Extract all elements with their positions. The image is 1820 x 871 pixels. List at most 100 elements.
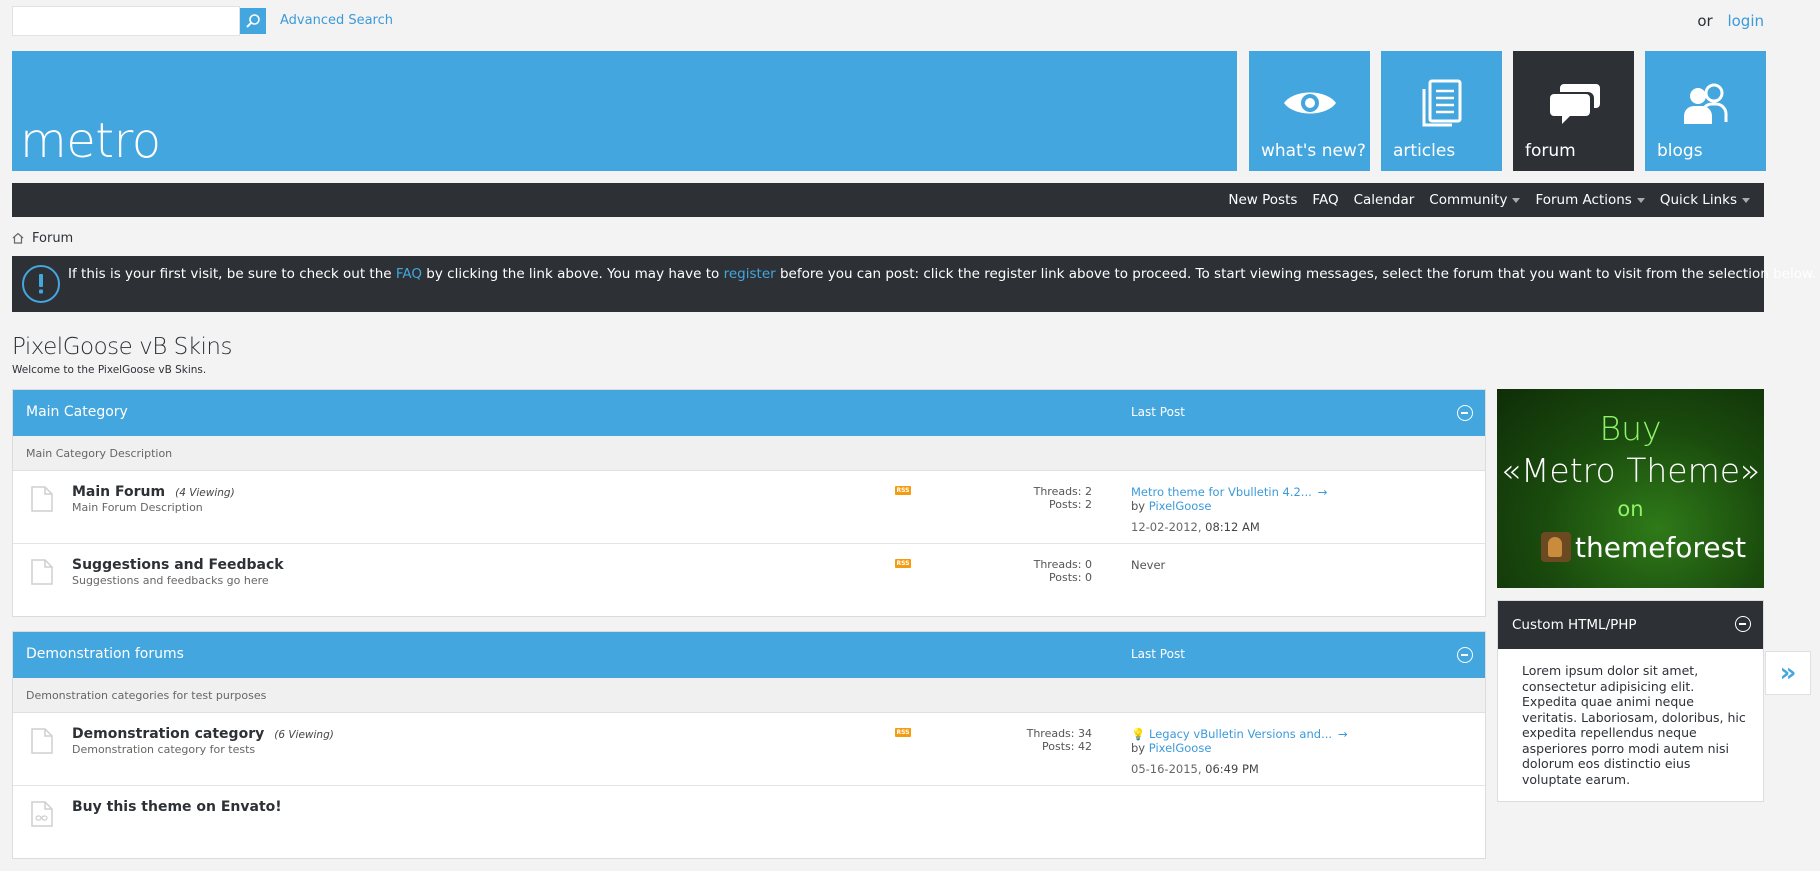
forum-title-text[interactable]: Suggestions and Feedback bbox=[72, 557, 284, 573]
search-icon bbox=[246, 14, 260, 28]
posts-count: Posts: 2 bbox=[1049, 498, 1092, 511]
ad-theme-text: «Metro Theme» bbox=[1500, 451, 1761, 490]
info-exclamation-icon bbox=[22, 265, 60, 303]
rss-icon[interactable]: RSS bbox=[895, 559, 911, 568]
main-navbar: New Posts FAQ Calendar Community Forum A… bbox=[12, 183, 1764, 217]
tile-whats-new[interactable]: what's new? bbox=[1249, 51, 1370, 171]
themeforest-logo: themeforest bbox=[1541, 527, 1746, 567]
themeforest-logo-icon bbox=[1541, 532, 1571, 562]
last-post-user-link[interactable]: PixelGoose bbox=[1149, 741, 1212, 755]
tile-forum[interactable]: forum bbox=[1513, 51, 1634, 171]
nav-community[interactable]: Community bbox=[1429, 192, 1521, 208]
forum-title[interactable]: Main Forum (4 Viewing) bbox=[72, 484, 235, 500]
nav-calendar[interactable]: Calendar bbox=[1354, 192, 1415, 208]
breadcrumb: Forum bbox=[12, 229, 73, 247]
go-to-post-arrow-icon[interactable]: → bbox=[1338, 727, 1348, 741]
themeforest-ad-banner[interactable]: Buy «Metro Theme» on themeforest bbox=[1497, 389, 1764, 588]
category-demonstration: Demonstration forums Last Post Demonstra… bbox=[12, 631, 1486, 859]
tile-label: forum bbox=[1525, 141, 1576, 161]
collapse-icon[interactable] bbox=[1457, 647, 1473, 663]
forum-status-icon bbox=[31, 728, 53, 754]
last-post-title-link[interactable]: Metro theme for Vbulletin 4.2... bbox=[1131, 485, 1312, 499]
forum-stats: Threads: 0 Posts: 0 bbox=[1034, 558, 1092, 584]
by-text: by bbox=[1131, 741, 1146, 755]
forum-row: Buy this theme on Envato! bbox=[13, 786, 1485, 858]
page-subtitle: Welcome to the PixelGoose vB Skins. bbox=[12, 364, 207, 376]
notice-text: If this is your first visit, be sure to … bbox=[68, 266, 1816, 282]
forum-title[interactable]: Demonstration category (6 Viewing) bbox=[72, 726, 334, 742]
nav-label: New Posts bbox=[1228, 192, 1298, 208]
register-link[interactable]: register bbox=[724, 266, 776, 282]
notice-part2: by clicking the link above. You may have… bbox=[422, 266, 724, 282]
category-description: Main Category Description bbox=[13, 436, 1485, 471]
link-forum-icon bbox=[31, 801, 53, 827]
forum-status-icon bbox=[31, 559, 53, 585]
chat-bubbles-icon bbox=[1513, 77, 1634, 129]
search-input[interactable] bbox=[12, 6, 240, 36]
forum-description: Main Forum Description bbox=[72, 501, 203, 514]
forum-row: Demonstration category (6 Viewing) Demons… bbox=[13, 713, 1485, 786]
category-description: Demonstration categories for test purpos… bbox=[13, 678, 1485, 713]
advanced-search-link[interactable]: Advanced Search bbox=[280, 13, 393, 28]
block-title: Custom HTML/PHP bbox=[1512, 617, 1637, 633]
last-post-title-link[interactable]: Legacy vBulletin Versions and... bbox=[1149, 727, 1332, 741]
posts-count: Posts: 42 bbox=[1042, 740, 1092, 753]
nav-forum-actions[interactable]: Forum Actions bbox=[1535, 192, 1645, 208]
document-icon bbox=[1381, 77, 1502, 129]
login-area: or login bbox=[1697, 12, 1764, 30]
tile-articles[interactable]: articles bbox=[1381, 51, 1502, 171]
last-post-header: Last Post bbox=[1131, 647, 1185, 661]
category-header: Demonstration forums Last Post bbox=[13, 632, 1485, 678]
collapse-icon[interactable] bbox=[1735, 616, 1751, 632]
forum-description: Demonstration category for tests bbox=[72, 743, 256, 756]
forum-title-text[interactable]: Main Forum bbox=[72, 484, 165, 500]
nav-new-posts[interactable]: New Posts bbox=[1228, 192, 1297, 208]
site-logo: metro bbox=[20, 113, 161, 169]
nav-label: FAQ bbox=[1312, 192, 1339, 208]
threads-count: Threads: 34 bbox=[1026, 727, 1092, 740]
nav-faq[interactable]: FAQ bbox=[1312, 192, 1338, 208]
forum-title[interactable]: Buy this theme on Envato! bbox=[72, 799, 282, 815]
login-link[interactable]: login bbox=[1727, 12, 1764, 30]
logo-block[interactable]: metro bbox=[12, 51, 1237, 171]
sidebar-toggle-button[interactable]: » bbox=[1765, 651, 1811, 695]
ad-brand-text: themeforest bbox=[1575, 530, 1747, 564]
users-icon bbox=[1645, 77, 1766, 129]
chevron-down-icon bbox=[1512, 197, 1521, 203]
last-post-header: Last Post bbox=[1131, 405, 1185, 419]
category-header: Main Category Last Post bbox=[13, 390, 1485, 436]
rss-icon[interactable]: RSS bbox=[895, 728, 911, 737]
category-title-link[interactable]: Demonstration forums bbox=[26, 646, 184, 662]
collapse-icon[interactable] bbox=[1457, 405, 1473, 421]
breadcrumb-forum[interactable]: Forum bbox=[32, 231, 73, 246]
faq-link[interactable]: FAQ bbox=[396, 266, 422, 282]
tile-blogs[interactable]: blogs bbox=[1645, 51, 1766, 171]
forum-title-text[interactable]: Buy this theme on Envato! bbox=[72, 799, 282, 815]
forum-description: Suggestions and feedbacks go here bbox=[72, 574, 269, 587]
by-text: by bbox=[1131, 499, 1146, 513]
ad-on-text: on bbox=[1617, 497, 1644, 521]
category-title-link[interactable]: Main Category bbox=[26, 404, 128, 420]
forum-status-icon bbox=[31, 486, 53, 512]
last-post: 💡 Legacy vBulletin Versions and... → by P… bbox=[1131, 727, 1348, 776]
time-text: 08:12 AM bbox=[1205, 520, 1260, 534]
last-post: Never bbox=[1131, 558, 1165, 572]
nav-quick-links[interactable]: Quick Links bbox=[1660, 192, 1750, 208]
threads-count: Threads: 2 bbox=[1033, 485, 1092, 498]
forum-title[interactable]: Suggestions and Feedback bbox=[72, 557, 284, 573]
last-post: Metro theme for Vbulletin 4.2... → by Pix… bbox=[1131, 485, 1327, 534]
notice-part1: If this is your first visit, be sure to … bbox=[68, 266, 396, 282]
home-icon[interactable] bbox=[12, 232, 24, 244]
nav-label: Calendar bbox=[1353, 192, 1415, 208]
rss-icon[interactable]: RSS bbox=[895, 486, 911, 495]
forum-title-text[interactable]: Demonstration category bbox=[72, 726, 264, 742]
lightbulb-icon: 💡 bbox=[1131, 727, 1146, 741]
go-to-post-arrow-icon[interactable]: → bbox=[1318, 485, 1328, 499]
nav-label: Forum Actions bbox=[1535, 192, 1632, 208]
forum-row: Main Forum (4 Viewing) Main Forum Descrip… bbox=[13, 471, 1485, 544]
tile-label: blogs bbox=[1657, 141, 1703, 161]
forum-row: Suggestions and Feedback Suggestions and… bbox=[13, 544, 1485, 616]
last-post-user-link[interactable]: PixelGoose bbox=[1149, 499, 1212, 513]
search-button[interactable] bbox=[240, 8, 266, 34]
tile-label: articles bbox=[1393, 141, 1456, 161]
